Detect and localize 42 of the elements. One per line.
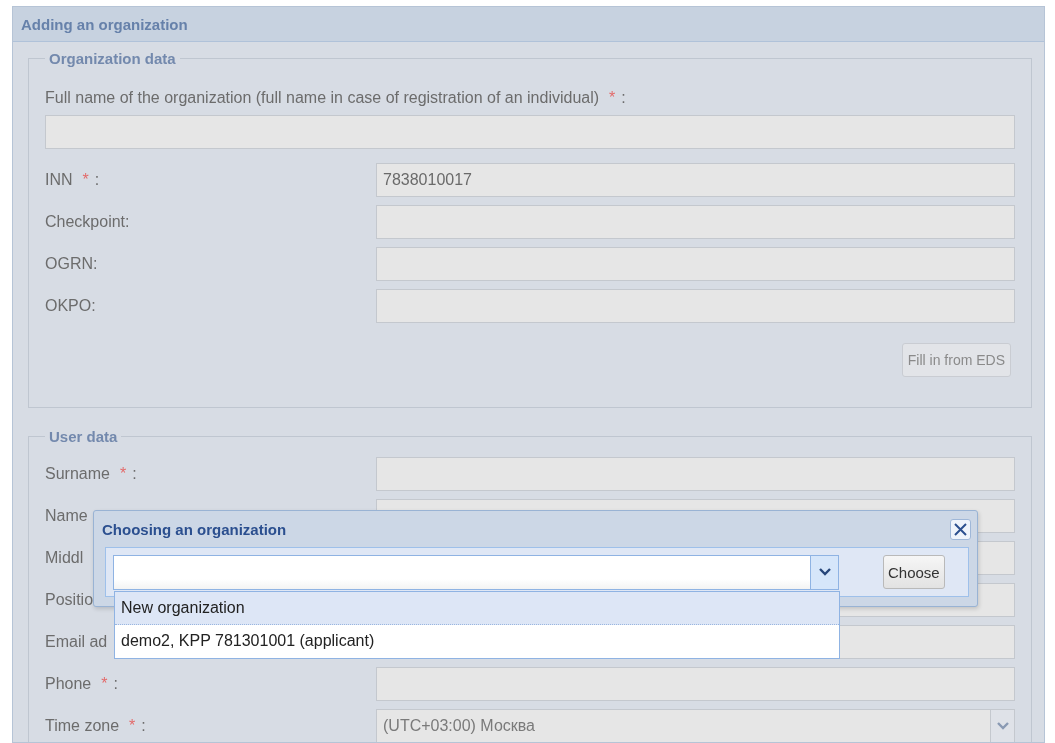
field-label: Phone <box>45 675 92 693</box>
colon: : <box>141 717 146 735</box>
required-mark: * <box>101 675 108 693</box>
field-label: OKPO: <box>45 297 96 315</box>
close-button[interactable] <box>950 518 971 540</box>
colon: : <box>94 171 100 189</box>
timezone-dropdown[interactable]: (UTC+03:00) Москва <box>376 709 1015 742</box>
input-field[interactable] <box>376 289 1015 323</box>
required-mark: * <box>609 89 616 107</box>
field-label: Full name of the organization (full name in case of registration of an individual) <box>45 89 600 107</box>
required-mark: * <box>129 717 136 735</box>
section-legend: Organization data <box>45 50 180 67</box>
field-label: Positio <box>45 591 94 609</box>
input-field[interactable]: 7838010017 <box>376 163 1015 197</box>
chevron-down-icon <box>996 722 1009 730</box>
field-label: Name <box>45 507 88 525</box>
colon: : <box>132 465 137 483</box>
dropdown-trigger[interactable] <box>810 554 839 590</box>
field-label: OGRN: <box>45 255 98 273</box>
colon: : <box>621 89 626 107</box>
field-label: Surname <box>45 465 110 483</box>
input-field[interactable] <box>376 247 1015 281</box>
full-name-field[interactable] <box>45 115 1015 149</box>
field-label: Checkpoint: <box>45 213 130 231</box>
input-field[interactable] <box>376 205 1015 239</box>
field-label: INN <box>45 171 73 189</box>
required-mark: * <box>82 171 89 189</box>
field-label: Email ad <box>45 633 108 651</box>
choose-button[interactable]: Choose <box>883 555 945 589</box>
section-legend: User data <box>45 428 122 445</box>
dropdown-option[interactable]: New organization <box>115 591 839 625</box>
dialog-title: Choosing an organization <box>102 520 287 538</box>
field-label: Middl <box>45 549 84 567</box>
required-mark: * <box>119 465 127 483</box>
chevron-down-icon <box>818 568 831 576</box>
colon: : <box>113 675 118 693</box>
field-label: Time zone <box>45 717 120 735</box>
organization-input[interactable] <box>113 554 810 590</box>
close-icon <box>954 522 967 536</box>
input-field[interactable] <box>376 457 1015 491</box>
window-title: Adding an organization <box>21 15 188 33</box>
input-field[interactable] <box>376 667 1015 701</box>
